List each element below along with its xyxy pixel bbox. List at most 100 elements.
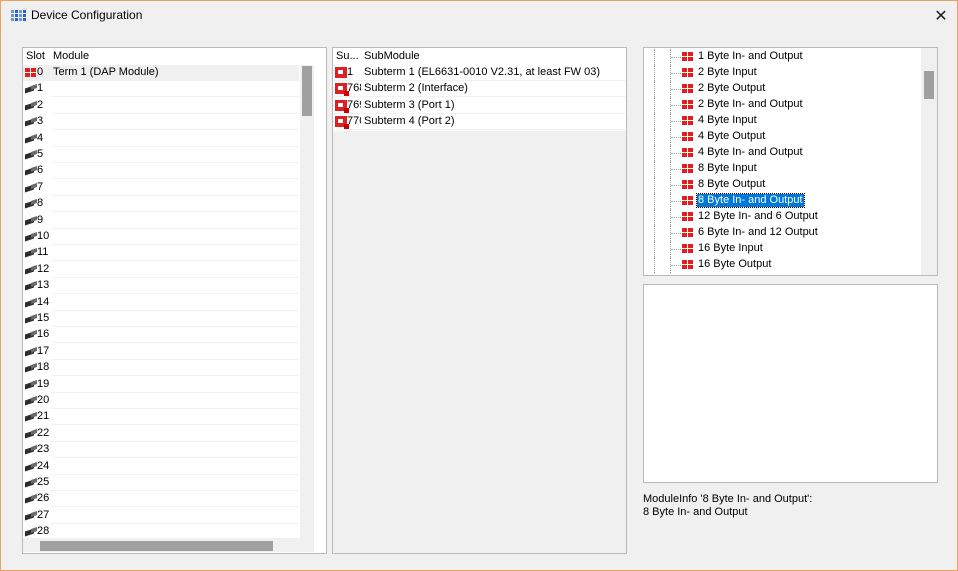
- submodule-number: 770: [347, 115, 361, 128]
- slot-number: 27: [37, 508, 50, 521]
- catalog-tree-item[interactable]: 4 Byte Input: [644, 113, 924, 129]
- device-configuration-window: Device Configuration ✕ Slot Module 0 Term…: [0, 0, 958, 571]
- submodule-row[interactable]: 768Subterm 2 (Interface): [333, 81, 626, 98]
- empty-slot-icon: [25, 232, 37, 242]
- module-slot-row[interactable]: 24: [23, 459, 299, 475]
- module-slot-row[interactable]: 25: [23, 475, 299, 491]
- module-icon: [682, 212, 694, 222]
- module-info: ModuleInfo '8 Byte In- and Output': 8 By…: [643, 493, 937, 553]
- slot-number: 4: [37, 131, 44, 144]
- module-icon: [682, 164, 694, 174]
- module-slot-row[interactable]: 17: [23, 344, 299, 360]
- empty-slot-icon: [25, 478, 37, 488]
- catalog-tree-item[interactable]: 6 Byte In- and 12 Output: [644, 225, 924, 241]
- close-icon: ✕: [934, 8, 948, 25]
- empty-slot-icon: [25, 84, 37, 94]
- submodule-row[interactable]: 1 Subterm 1 (EL6631-0010 V2.31, at least …: [333, 65, 626, 81]
- title-bar: Device Configuration ✕: [1, 1, 957, 31]
- modules-vertical-scrollbar[interactable]: [300, 65, 314, 540]
- module-slot-row[interactable]: 0 Term 1 (DAP Module): [23, 65, 299, 81]
- catalog-tree-item[interactable]: 16 Byte Output: [644, 257, 924, 273]
- slot-number: 18: [37, 361, 50, 374]
- modules-horizontal-scroll-thumb[interactable]: [40, 541, 273, 551]
- module-slot-row[interactable]: 22: [23, 426, 299, 442]
- module-slot-row[interactable]: 16: [23, 327, 299, 344]
- close-button[interactable]: ✕: [927, 5, 955, 27]
- empty-slot-icon: [25, 363, 37, 373]
- submodule-column-header[interactable]: SubModule: [364, 50, 420, 62]
- catalog-tree-item[interactable]: 8 Byte Input: [644, 161, 924, 177]
- module-slot-row[interactable]: 2: [23, 98, 299, 114]
- catalog-tree-item[interactable]: 12 Byte In- and 6 Output: [644, 209, 924, 225]
- module-slot-row[interactable]: 12: [23, 262, 299, 278]
- module-slot-row[interactable]: 6: [23, 163, 299, 180]
- module-catalog-tree[interactable]: 1 Byte In- and Output 2 Byte Input 2 Byte …: [643, 47, 938, 276]
- slot-column-header[interactable]: Slot: [26, 50, 45, 62]
- catalog-vertical-scroll-thumb[interactable]: [924, 71, 934, 99]
- slot-number: 0: [37, 66, 44, 78]
- module-slot-row[interactable]: 18: [23, 360, 299, 377]
- module-slot-row[interactable]: 21: [23, 409, 299, 426]
- empty-slot-icon: [25, 166, 37, 176]
- module-slot-row[interactable]: 15: [23, 311, 299, 327]
- module-slot-row[interactable]: 1: [23, 81, 299, 98]
- empty-slot-icon: [25, 346, 37, 357]
- catalog-tree-item[interactable]: 1 Byte In- and Output: [644, 49, 924, 65]
- module-slot-row[interactable]: 3: [23, 114, 299, 131]
- modules-vertical-scroll-thumb[interactable]: [302, 66, 312, 116]
- module-slot-row[interactable]: 9: [23, 213, 299, 229]
- catalog-tree-item[interactable]: 8 Byte Output: [644, 177, 924, 193]
- module-slot-row[interactable]: 7: [23, 180, 299, 196]
- slot-number: 25: [37, 476, 50, 488]
- empty-slot-icon: [25, 461, 37, 472]
- submodule-row[interactable]: 770Subterm 4 (Port 2): [333, 114, 626, 131]
- slot-number: 19: [37, 377, 50, 390]
- empty-slot-icon: [25, 494, 37, 504]
- slot-number: 7: [37, 180, 44, 193]
- module-icon: [682, 180, 694, 190]
- modules-horizontal-scrollbar[interactable]: [23, 538, 314, 552]
- module-slot-row[interactable]: 27: [23, 508, 299, 524]
- catalog-tree-item[interactable]: 16 Byte Input: [644, 241, 924, 257]
- module-slot-row[interactable]: 19: [23, 377, 299, 393]
- module-slot-row[interactable]: 26: [23, 491, 299, 508]
- module-icon: [682, 116, 694, 126]
- empty-slot-icon: [25, 133, 37, 144]
- slot-number: 24: [37, 459, 50, 472]
- sub-column-header[interactable]: Su...: [336, 50, 359, 62]
- slot-number: 14: [37, 295, 50, 308]
- catalog-tree-item[interactable]: 2 Byte In- and Output: [644, 97, 924, 113]
- module-slot-row[interactable]: 20: [23, 393, 299, 409]
- empty-slot-icon: [25, 314, 37, 324]
- modules-list[interactable]: Slot Module 0 Term 1 (DAP Module) 1 2 3 4 5 6 7 8…: [22, 47, 327, 554]
- module-slot-row[interactable]: 8: [23, 196, 299, 213]
- slot-number: 26: [37, 492, 50, 505]
- catalog-tree-item[interactable]: 2 Byte Input: [644, 65, 924, 81]
- slot-number: 28: [37, 525, 50, 538]
- module-slot-row[interactable]: 14: [23, 295, 299, 311]
- module-slot-row[interactable]: 10: [23, 229, 299, 245]
- submodule-row[interactable]: 769Subterm 3 (Port 1): [333, 98, 626, 114]
- slot-number: 22: [37, 426, 50, 439]
- module-icon: [682, 100, 694, 110]
- submodules-list[interactable]: Su... SubModule 1 Subterm 1 (EL6631-0010 …: [332, 47, 627, 554]
- submodule-icon: [335, 83, 349, 97]
- module-slot-row[interactable]: 5: [23, 147, 299, 163]
- catalog-tree-item[interactable]: 4 Byte Output: [644, 129, 924, 145]
- catalog-tree-item[interactable]: 2 Byte Output: [644, 81, 924, 97]
- catalog-vertical-scrollbar[interactable]: [921, 48, 937, 275]
- module-slot-row[interactable]: 13: [23, 278, 299, 295]
- slot-number: 15: [37, 312, 50, 324]
- catalog-tree-item[interactable]: 8 Byte In- and Output: [644, 193, 924, 209]
- module-slot-row[interactable]: 23: [23, 442, 299, 459]
- catalog-item-label: 16 Byte Output: [698, 258, 772, 270]
- module-slot-row[interactable]: 11: [23, 245, 299, 262]
- catalog-tree-item[interactable]: 4 Byte In- and Output: [644, 145, 924, 161]
- slot-number: 10: [37, 230, 50, 242]
- empty-slot-icon: [25, 412, 37, 422]
- submodule-icon: [335, 67, 347, 78]
- module-slot-row[interactable]: 4: [23, 131, 299, 147]
- empty-slot-icon: [25, 199, 37, 209]
- module-column-header[interactable]: Module: [53, 50, 89, 62]
- slot-number: 23: [37, 443, 50, 456]
